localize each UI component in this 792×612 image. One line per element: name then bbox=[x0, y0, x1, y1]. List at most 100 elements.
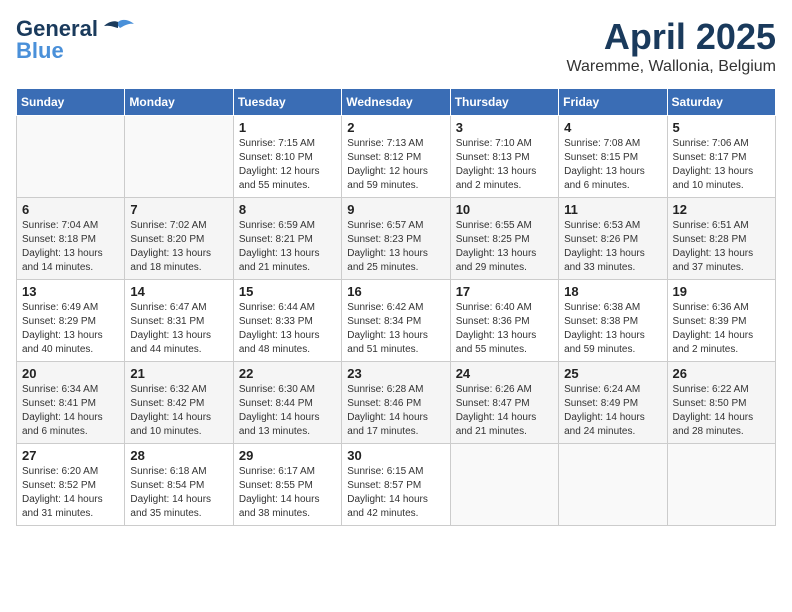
week-row-2: 6 Sunrise: 7:04 AMSunset: 8:18 PMDaylight… bbox=[17, 198, 776, 280]
week-row-5: 27 Sunrise: 6:20 AMSunset: 8:52 PMDayligh… bbox=[17, 444, 776, 526]
day-info: Sunrise: 7:13 AMSunset: 8:12 PMDaylight:… bbox=[347, 137, 444, 193]
col-sunday: Sunday bbox=[17, 89, 125, 116]
cell-2-4: 17 Sunrise: 6:40 AMSunset: 8:36 PMDayligh… bbox=[450, 280, 558, 362]
day-number: 4 bbox=[564, 120, 661, 135]
day-info: Sunrise: 6:20 AMSunset: 8:52 PMDaylight:… bbox=[22, 465, 119, 521]
cell-0-1 bbox=[125, 116, 233, 198]
day-number: 13 bbox=[22, 284, 119, 299]
day-number: 27 bbox=[22, 448, 119, 463]
cell-4-0: 27 Sunrise: 6:20 AMSunset: 8:52 PMDayligh… bbox=[17, 444, 125, 526]
day-number: 12 bbox=[673, 202, 770, 217]
day-info: Sunrise: 6:59 AMSunset: 8:21 PMDaylight:… bbox=[239, 219, 336, 275]
day-info: Sunrise: 7:02 AMSunset: 8:20 PMDaylight:… bbox=[130, 219, 227, 275]
week-row-4: 20Sunrise: 6:34 AMSunset: 8:41 PMDayligh… bbox=[17, 362, 776, 444]
day-number: 14 bbox=[130, 284, 227, 299]
day-number: 3 bbox=[456, 120, 553, 135]
week-row-1: 1 Sunrise: 7:15 AMSunset: 8:10 PMDaylight… bbox=[17, 116, 776, 198]
day-info: Sunrise: 6:40 AMSunset: 8:36 PMDaylight:… bbox=[456, 301, 553, 357]
main-title: April 2025 bbox=[566, 16, 776, 58]
cell-1-5: 11 Sunrise: 6:53 AMSunset: 8:26 PMDayligh… bbox=[559, 198, 667, 280]
cell-2-0: 13Sunrise: 6:49 AMSunset: 8:29 PMDayligh… bbox=[17, 280, 125, 362]
cell-1-4: 10Sunrise: 6:55 AMSunset: 8:25 PMDayligh… bbox=[450, 198, 558, 280]
day-number: 29 bbox=[239, 448, 336, 463]
col-saturday: Saturday bbox=[667, 89, 775, 116]
cell-2-6: 19 Sunrise: 6:36 AMSunset: 8:39 PMDayligh… bbox=[667, 280, 775, 362]
calendar-header-row: Sunday Monday Tuesday Wednesday Thursday… bbox=[17, 89, 776, 116]
cell-3-1: 21Sunrise: 6:32 AMSunset: 8:42 PMDayligh… bbox=[125, 362, 233, 444]
day-number: 5 bbox=[673, 120, 770, 135]
day-info: Sunrise: 7:04 AMSunset: 8:18 PMDaylight:… bbox=[22, 219, 119, 275]
col-thursday: Thursday bbox=[450, 89, 558, 116]
cell-0-6: 5Sunrise: 7:06 AMSunset: 8:17 PMDaylight… bbox=[667, 116, 775, 198]
cell-1-2: 8 Sunrise: 6:59 AMSunset: 8:21 PMDaylight… bbox=[233, 198, 341, 280]
day-info: Sunrise: 6:44 AMSunset: 8:33 PMDaylight:… bbox=[239, 301, 336, 357]
calendar-table: Sunday Monday Tuesday Wednesday Thursday… bbox=[16, 88, 776, 526]
cell-4-3: 30 Sunrise: 6:15 AMSunset: 8:57 PMDayligh… bbox=[342, 444, 450, 526]
day-number: 8 bbox=[239, 202, 336, 217]
cell-3-2: 22 Sunrise: 6:30 AMSunset: 8:44 PMDayligh… bbox=[233, 362, 341, 444]
day-info: Sunrise: 6:17 AMSunset: 8:55 PMDaylight:… bbox=[239, 465, 336, 521]
day-number: 15 bbox=[239, 284, 336, 299]
cell-0-0 bbox=[17, 116, 125, 198]
cell-3-4: 24Sunrise: 6:26 AMSunset: 8:47 PMDayligh… bbox=[450, 362, 558, 444]
day-number: 22 bbox=[239, 366, 336, 381]
cell-2-1: 14 Sunrise: 6:47 AMSunset: 8:31 PMDayligh… bbox=[125, 280, 233, 362]
day-number: 19 bbox=[673, 284, 770, 299]
logo-blue: Blue bbox=[16, 38, 64, 64]
day-info: Sunrise: 6:28 AMSunset: 8:46 PMDaylight:… bbox=[347, 383, 444, 439]
cell-0-2: 1 Sunrise: 7:15 AMSunset: 8:10 PMDaylight… bbox=[233, 116, 341, 198]
cell-3-5: 25 Sunrise: 6:24 AMSunset: 8:49 PMDayligh… bbox=[559, 362, 667, 444]
day-number: 10 bbox=[456, 202, 553, 217]
day-number: 6 bbox=[22, 202, 119, 217]
page-header: General Blue April 2025 Waremme, Walloni… bbox=[16, 16, 776, 76]
cell-0-3: 2 Sunrise: 7:13 AMSunset: 8:12 PMDaylight… bbox=[342, 116, 450, 198]
col-tuesday: Tuesday bbox=[233, 89, 341, 116]
cell-3-6: 26Sunrise: 6:22 AMSunset: 8:50 PMDayligh… bbox=[667, 362, 775, 444]
col-monday: Monday bbox=[125, 89, 233, 116]
day-info: Sunrise: 6:18 AMSunset: 8:54 PMDaylight:… bbox=[130, 465, 227, 521]
day-number: 18 bbox=[564, 284, 661, 299]
day-info: Sunrise: 6:51 AMSunset: 8:28 PMDaylight:… bbox=[673, 219, 770, 275]
day-info: Sunrise: 6:15 AMSunset: 8:57 PMDaylight:… bbox=[347, 465, 444, 521]
cell-1-6: 12 Sunrise: 6:51 AMSunset: 8:28 PMDayligh… bbox=[667, 198, 775, 280]
day-info: Sunrise: 6:24 AMSunset: 8:49 PMDaylight:… bbox=[564, 383, 661, 439]
day-number: 26 bbox=[673, 366, 770, 381]
day-info: Sunrise: 6:47 AMSunset: 8:31 PMDaylight:… bbox=[130, 301, 227, 357]
day-number: 28 bbox=[130, 448, 227, 463]
day-info: Sunrise: 6:34 AMSunset: 8:41 PMDaylight:… bbox=[22, 383, 119, 439]
cell-2-2: 15 Sunrise: 6:44 AMSunset: 8:33 PMDayligh… bbox=[233, 280, 341, 362]
day-info: Sunrise: 6:32 AMSunset: 8:42 PMDaylight:… bbox=[130, 383, 227, 439]
day-info: Sunrise: 6:30 AMSunset: 8:44 PMDaylight:… bbox=[239, 383, 336, 439]
day-number: 17 bbox=[456, 284, 553, 299]
day-info: Sunrise: 6:38 AMSunset: 8:38 PMDaylight:… bbox=[564, 301, 661, 357]
day-info: Sunrise: 6:26 AMSunset: 8:47 PMDaylight:… bbox=[456, 383, 553, 439]
day-number: 1 bbox=[239, 120, 336, 135]
cell-1-3: 9 Sunrise: 6:57 AMSunset: 8:23 PMDaylight… bbox=[342, 198, 450, 280]
subtitle: Waremme, Wallonia, Belgium bbox=[566, 58, 776, 76]
day-number: 23 bbox=[347, 366, 444, 381]
cell-4-1: 28 Sunrise: 6:18 AMSunset: 8:54 PMDayligh… bbox=[125, 444, 233, 526]
cell-4-5 bbox=[559, 444, 667, 526]
cell-4-6 bbox=[667, 444, 775, 526]
day-number: 9 bbox=[347, 202, 444, 217]
day-info: Sunrise: 7:10 AMSunset: 8:13 PMDaylight:… bbox=[456, 137, 553, 193]
day-number: 30 bbox=[347, 448, 444, 463]
day-info: Sunrise: 7:08 AMSunset: 8:15 PMDaylight:… bbox=[564, 137, 661, 193]
day-info: Sunrise: 6:57 AMSunset: 8:23 PMDaylight:… bbox=[347, 219, 444, 275]
logo: General Blue bbox=[16, 16, 136, 64]
week-row-3: 13Sunrise: 6:49 AMSunset: 8:29 PMDayligh… bbox=[17, 280, 776, 362]
day-number: 2 bbox=[347, 120, 444, 135]
title-section: April 2025 Waremme, Wallonia, Belgium bbox=[566, 16, 776, 76]
day-number: 11 bbox=[564, 202, 661, 217]
day-info: Sunrise: 7:15 AMSunset: 8:10 PMDaylight:… bbox=[239, 137, 336, 193]
cell-2-5: 18 Sunrise: 6:38 AMSunset: 8:38 PMDayligh… bbox=[559, 280, 667, 362]
cell-3-0: 20Sunrise: 6:34 AMSunset: 8:41 PMDayligh… bbox=[17, 362, 125, 444]
cell-4-4 bbox=[450, 444, 558, 526]
day-info: Sunrise: 6:36 AMSunset: 8:39 PMDaylight:… bbox=[673, 301, 770, 357]
day-info: Sunrise: 6:53 AMSunset: 8:26 PMDaylight:… bbox=[564, 219, 661, 275]
cell-0-5: 4 Sunrise: 7:08 AMSunset: 8:15 PMDaylight… bbox=[559, 116, 667, 198]
cell-1-1: 7Sunrise: 7:02 AMSunset: 8:20 PMDaylight… bbox=[125, 198, 233, 280]
cell-1-0: 6 Sunrise: 7:04 AMSunset: 8:18 PMDaylight… bbox=[17, 198, 125, 280]
cell-0-4: 3 Sunrise: 7:10 AMSunset: 8:13 PMDaylight… bbox=[450, 116, 558, 198]
day-number: 25 bbox=[564, 366, 661, 381]
